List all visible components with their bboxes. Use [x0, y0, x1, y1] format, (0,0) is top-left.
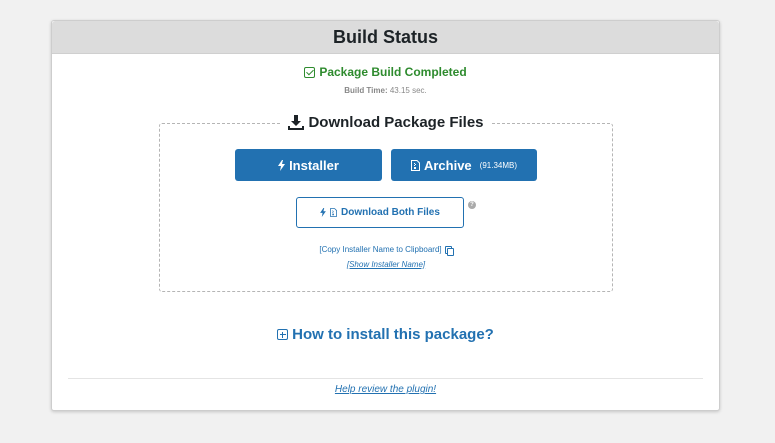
archive-size: (91.34MB) [479, 160, 518, 170]
help-icon[interactable]: ? [468, 201, 476, 209]
build-time-label: Build Time: [344, 86, 388, 95]
check-square-icon [304, 66, 316, 78]
archive-button[interactable]: Archive (91.34MB) [391, 149, 537, 181]
download-heading: Download Package Files [280, 114, 492, 131]
download-heading-text: Download Package Files [308, 114, 484, 131]
bolt-icon [278, 159, 286, 171]
download-both-label: Download Both Files [341, 207, 440, 218]
download-files-box: Download Package Files Installer Archive… [159, 114, 613, 292]
file-archive-icon [410, 159, 420, 171]
copy-installer-name-text: [Copy Installer Name to Clipboard] [319, 245, 442, 254]
how-to-install-link[interactable]: How to install this package? [52, 326, 719, 343]
build-status-text: Package Build Completed [319, 65, 467, 79]
page-title: Build Status [332, 26, 438, 47]
file-archive-icon [330, 208, 338, 217]
show-installer-name-link[interactable]: [Show Installer Name] [160, 260, 612, 269]
build-status-message: Package Build Completed [52, 65, 719, 79]
build-time-value: 43.15 sec. [389, 86, 427, 95]
installer-button-label: Installer [289, 157, 339, 173]
build-time: Build Time: 43.15 sec. [52, 86, 719, 95]
plus-square-icon [277, 329, 289, 340]
copy-icon [444, 245, 454, 256]
how-to-install-text: How to install this package? [292, 326, 494, 343]
download-icon [288, 115, 305, 130]
help-review-link[interactable]: Help review the plugin! [52, 384, 719, 395]
copy-installer-name-link[interactable]: [Copy Installer Name to Clipboard] [160, 245, 612, 256]
download-heading-wrap: Download Package Files [160, 114, 612, 135]
divider [68, 378, 703, 379]
build-status-panel: Build Status Package Build Completed Bui… [51, 20, 720, 411]
bolt-icon [320, 208, 326, 217]
archive-button-label: Archive [423, 157, 472, 173]
installer-button[interactable]: Installer [235, 149, 382, 181]
panel-header: Build Status [52, 21, 719, 54]
download-both-button[interactable]: Download Both Files [296, 197, 464, 228]
